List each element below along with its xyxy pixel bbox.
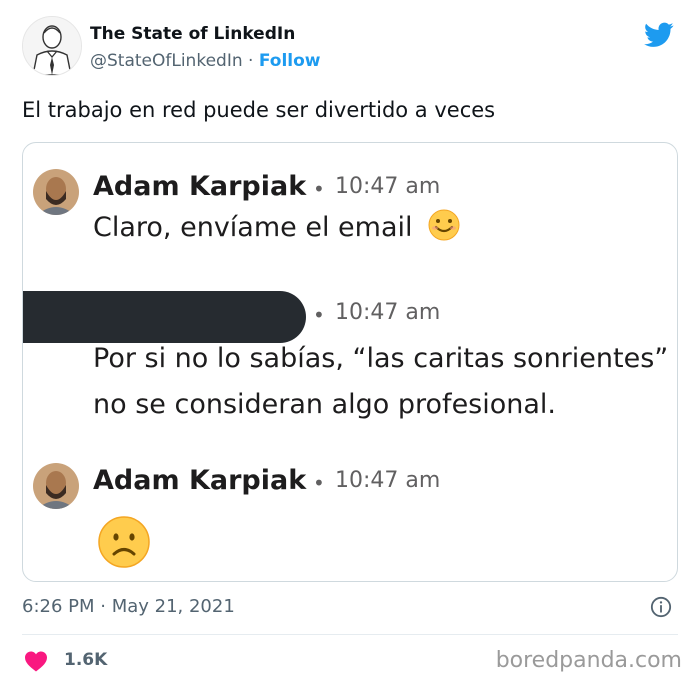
heart-icon [25, 651, 47, 672]
chat-sender-name: Adam Karpiak [93, 465, 307, 496]
like-count: 1.6K [64, 650, 108, 670]
chat-sender-name: Adam Karpiak [93, 171, 307, 202]
chat-avatar [33, 463, 79, 509]
person-photo-icon [33, 463, 79, 509]
chat-message-line: no se consideran algo profesional. [93, 389, 557, 420]
chat-avatar [33, 169, 79, 215]
watermark: boredpanda.com [495, 648, 682, 673]
tweet-text: El trabajo en red puede ser divertido a … [22, 98, 496, 122]
twitter-bird-icon[interactable] [644, 22, 674, 48]
separator-dot: · [248, 51, 254, 71]
author-avatar[interactable] [22, 16, 82, 76]
chat-timestamp: 10:47 am [335, 300, 441, 325]
chat-timestamp: 10:47 am [335, 174, 441, 199]
author-name[interactable]: The State of LinkedIn [90, 24, 295, 44]
chat-dot: • [313, 471, 325, 495]
chat-dot: • [313, 303, 325, 327]
chat-message: Claro, envíame el email [93, 205, 461, 251]
chat-screenshot: Adam Karpiak • 10:47 am Claro, envíame e… [23, 143, 677, 581]
frowning-face-icon [98, 516, 150, 568]
author-handle-line: @StateOfLinkedIn · Follow [90, 51, 321, 71]
info-icon[interactable] [650, 596, 672, 618]
chat-timestamp: 10:47 am [335, 468, 441, 493]
chat-message-text: Claro, envíame el email [93, 212, 413, 243]
man-sketch-icon [23, 17, 81, 75]
chat-dot: • [313, 177, 325, 201]
tweet-timestamp[interactable]: 6:26 PM · May 21, 2021 [22, 596, 235, 617]
follow-button[interactable]: Follow [259, 51, 321, 71]
author-handle[interactable]: @StateOfLinkedIn [90, 51, 243, 71]
smiling-face-icon [428, 209, 460, 241]
divider [22, 634, 678, 635]
person-photo-icon [33, 169, 79, 215]
chat-message-line: Por si no lo sabías, “las caritas sonrie… [93, 343, 669, 374]
tweet-header: The State of LinkedIn @StateOfLinkedIn ·… [20, 14, 680, 84]
chat-message: Por si no lo sabías, “las caritas sonrie… [93, 336, 668, 428]
tweet-media-image[interactable]: Adam Karpiak • 10:47 am Claro, envíame e… [22, 142, 678, 582]
